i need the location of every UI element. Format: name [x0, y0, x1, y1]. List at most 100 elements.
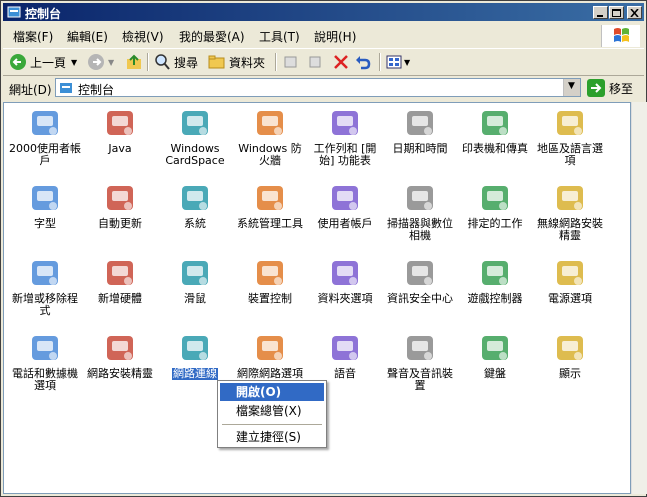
fonts-icon	[32, 186, 58, 210]
back-dropdown-icon[interactable]: ▼	[71, 58, 77, 67]
control-panel-item-label: 工作列和 [開始] 功能表	[313, 142, 377, 167]
control-panel-item[interactable]: 鍵盤	[458, 332, 532, 380]
control-panel-item[interactable]: 新增或移除程式	[8, 257, 82, 317]
folders-button[interactable]: 資料夾	[208, 53, 265, 71]
close-button[interactable]	[627, 6, 642, 19]
control-panel-item[interactable]: Windows CardSpace	[158, 107, 232, 167]
menu-view[interactable]: 檢視(V)	[122, 28, 164, 45]
network-icon	[182, 336, 208, 360]
control-panel-item[interactable]: 系統管理工具	[233, 182, 307, 230]
control-panel-item-label: Windows 防火牆	[238, 142, 302, 167]
internet-icon	[257, 336, 283, 360]
views-button[interactable]: ▼	[386, 53, 410, 71]
address-dropdown[interactable]: ▼	[563, 79, 580, 96]
control-panel-item[interactable]: 遊戲控制器	[458, 257, 532, 305]
control-panel-item[interactable]: 裝置控制	[233, 257, 307, 305]
folder-options-icon	[332, 261, 358, 285]
control-panel-item[interactable]: 網際網路選項	[233, 332, 307, 380]
control-panel-item[interactable]: 地區及語言選項	[533, 107, 607, 167]
control-panel-item[interactable]: 2000使用者帳戶	[8, 107, 82, 167]
wireless-icon	[557, 186, 583, 210]
control-panel-icon	[60, 83, 72, 93]
context-menu-open[interactable]: 開啟(O)	[220, 383, 324, 401]
control-panel-item[interactable]: 資料夾選項	[308, 257, 382, 305]
control-panel-item[interactable]: Windows 防火牆	[233, 107, 307, 167]
control-panel-item[interactable]: 系統	[158, 182, 232, 230]
address-field[interactable]: 控制台 ▼	[55, 78, 581, 97]
control-panel-item[interactable]: 新增硬體	[83, 257, 157, 305]
go-button[interactable]: 移至	[587, 79, 633, 97]
control-panel-item[interactable]: 聲音及音訊裝置	[383, 332, 457, 392]
update-icon	[107, 186, 133, 210]
control-panel-item[interactable]: 排定的工作	[458, 182, 532, 230]
context-menu-divider	[222, 424, 322, 425]
minimize-button[interactable]	[593, 6, 608, 19]
control-panel-item-label: 電話和數據機選項	[12, 367, 78, 392]
context-menu: 開啟(O) 檔案總管(X) 建立捷徑(S)	[217, 380, 327, 448]
up-folder-button[interactable]	[125, 53, 143, 71]
menu-file[interactable]: 檔案(F)	[13, 28, 53, 45]
search-icon	[155, 54, 170, 70]
control-panel-item-label: 資訊安全中心	[387, 292, 453, 305]
control-panel-item-label: 地區及語言選項	[537, 142, 603, 167]
delete-icon	[334, 55, 348, 69]
java-icon	[107, 111, 133, 135]
menu-tools[interactable]: 工具(T)	[259, 28, 300, 45]
folder-icon	[208, 55, 225, 69]
search-button[interactable]: 搜尋	[153, 53, 198, 71]
control-panel-item[interactable]: 掃描器與數位相機	[383, 182, 457, 242]
menu-edit[interactable]: 編輯(E)	[67, 28, 108, 45]
add-remove-icon	[32, 261, 58, 285]
control-panel-item-label: 日期和時間	[392, 142, 448, 155]
control-panel-item-label: 系統	[184, 217, 206, 230]
control-panel-item[interactable]: 無線網路安裝精靈	[533, 182, 607, 242]
control-panel-item[interactable]: 電源選項	[533, 257, 607, 305]
control-panel-item[interactable]: 印表機和傳真	[458, 107, 532, 155]
control-panel-item[interactable]: 使用者帳戶	[308, 182, 382, 230]
control-panel-item-label: Java	[108, 142, 132, 155]
back-button[interactable]: 上一頁 ▼	[9, 53, 77, 71]
undo-icon	[356, 56, 371, 70]
windows-logo-icon	[601, 25, 640, 47]
maximize-button[interactable]	[609, 6, 624, 19]
control-panel-item[interactable]: 字型	[8, 182, 82, 230]
explorer-window: 控制台 檔案(F) 編輯(E) 檢視(V) 我的最愛(A) 工具(T) 說明(H…	[0, 0, 647, 497]
control-panel-item[interactable]: 工作列和 [開始] 功能表	[308, 107, 382, 167]
control-panel-item[interactable]: 語音	[308, 332, 382, 380]
control-panel-item[interactable]: 資訊安全中心	[383, 257, 457, 305]
control-panel-item[interactable]: 網路連線	[158, 332, 232, 381]
menu-help[interactable]: 說明(H)	[314, 28, 356, 45]
go-arrow-icon	[587, 79, 605, 97]
control-panel-item[interactable]: 顯示	[533, 332, 607, 380]
control-panel-item-label: 自動更新	[98, 217, 142, 230]
phone-icon	[32, 336, 58, 360]
vertical-scrollbar[interactable]	[631, 102, 647, 494]
menu-bar: 檔案(F) 編輯(E) 檢視(V) 我的最愛(A) 工具(T) 說明(H)	[3, 23, 644, 47]
undo-button[interactable]	[355, 53, 371, 71]
copy-to-button[interactable]	[307, 53, 323, 71]
move-to-button[interactable]	[283, 53, 299, 71]
control-panel-item[interactable]: 網路安裝精靈	[83, 332, 157, 380]
control-panel-item[interactable]: 日期和時間	[383, 107, 457, 155]
control-panel-item-label: 排定的工作	[467, 217, 523, 230]
control-panel-item[interactable]: 自動更新	[83, 182, 157, 230]
scheduled-tasks-icon	[482, 186, 508, 210]
title-bar[interactable]: 控制台	[3, 3, 644, 21]
forward-button[interactable]: ▼	[87, 53, 114, 71]
security-icon	[407, 261, 433, 285]
context-menu-create-shortcut[interactable]: 建立捷徑(S)	[220, 428, 324, 446]
control-panel-item-label: 裝置控制	[248, 292, 292, 305]
network-wizard-icon	[107, 336, 133, 360]
menu-favorites[interactable]: 我的最愛(A)	[179, 28, 245, 45]
control-panel-item[interactable]: 電話和數據機選項	[8, 332, 82, 392]
control-panel-item-label: 網路連線	[171, 367, 219, 381]
back-arrow-icon	[10, 54, 26, 70]
delete-button[interactable]	[333, 53, 349, 71]
device-icon	[257, 261, 283, 285]
control-panel-item[interactable]: Java	[83, 107, 157, 155]
control-panel-item-label: 2000使用者帳戶	[9, 142, 81, 167]
context-menu-explore[interactable]: 檔案總管(X)	[220, 402, 324, 420]
control-panel-item[interactable]: 滑鼠	[158, 257, 232, 305]
control-panel-item-label: 新增硬體	[98, 292, 142, 305]
firewall-icon	[257, 111, 283, 135]
